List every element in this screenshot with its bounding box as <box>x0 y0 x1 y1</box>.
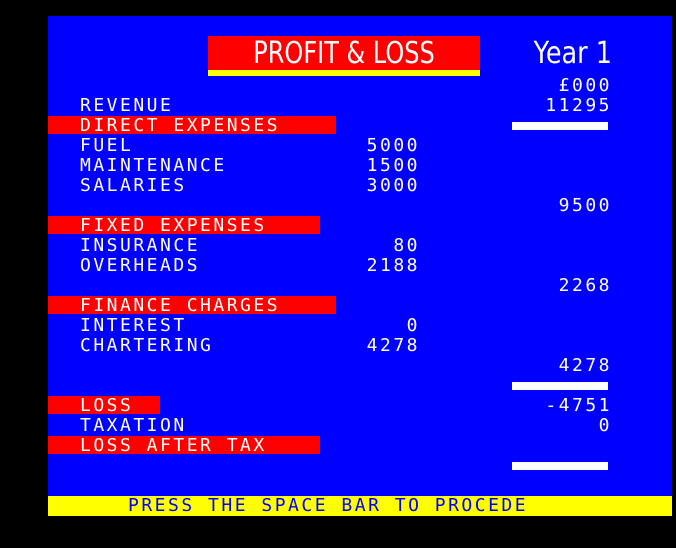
chartering-label: CHARTERING <box>80 335 214 356</box>
revenue-total: 11295 <box>545 95 612 116</box>
salaries-label: SALARIES <box>80 175 187 196</box>
salaries-value: 3000 <box>366 175 420 196</box>
fixed-expenses-heading: FIXED EXPENSES <box>80 215 267 236</box>
page-title: PROFIT & LOSS <box>253 36 435 71</box>
unit-label: £000 <box>558 75 612 96</box>
overheads-label: OVERHEADS <box>80 255 201 276</box>
taxation-value: 0 <box>598 415 612 436</box>
direct-expenses-heading: DIRECT EXPENSES <box>80 115 281 136</box>
final-rule <box>512 462 608 470</box>
revenue-label: REVENUE <box>80 95 174 116</box>
footer-bar[interactable]: PRESS THE SPACE BAR TO PROCEDE <box>48 496 672 516</box>
maintenance-label: MAINTENANCE <box>80 155 227 176</box>
year-label: Year 1 <box>533 36 612 71</box>
overheads-value: 2188 <box>366 255 420 276</box>
direct-expenses-total: 9500 <box>558 195 612 216</box>
subtotal-rule <box>512 122 608 130</box>
loss-label: LOSS <box>80 395 134 416</box>
game-screen: PROFIT & LOSS Year 1 £000 REVENUE 11295 … <box>48 16 672 516</box>
finance-charges-heading: FINANCE CHARGES <box>80 295 281 316</box>
fuel-label: FUEL <box>80 135 134 156</box>
taxation-label: TAXATION <box>80 415 187 436</box>
loss-value: -4751 <box>545 395 612 416</box>
chartering-value: 4278 <box>366 335 420 356</box>
interest-value: 0 <box>406 315 420 336</box>
insurance-value: 80 <box>393 235 420 256</box>
loss-after-tax-label: LOSS AFTER TAX <box>80 435 267 456</box>
continue-prompt[interactable]: PRESS THE SPACE BAR TO PROCEDE <box>128 496 528 516</box>
fixed-expenses-total: 2268 <box>558 275 612 296</box>
interest-label: INTEREST <box>80 315 187 336</box>
insurance-label: INSURANCE <box>80 235 201 256</box>
total-rule <box>512 382 608 390</box>
maintenance-value: 1500 <box>366 155 420 176</box>
fuel-value: 5000 <box>366 135 420 156</box>
finance-charges-total: 4278 <box>558 355 612 376</box>
